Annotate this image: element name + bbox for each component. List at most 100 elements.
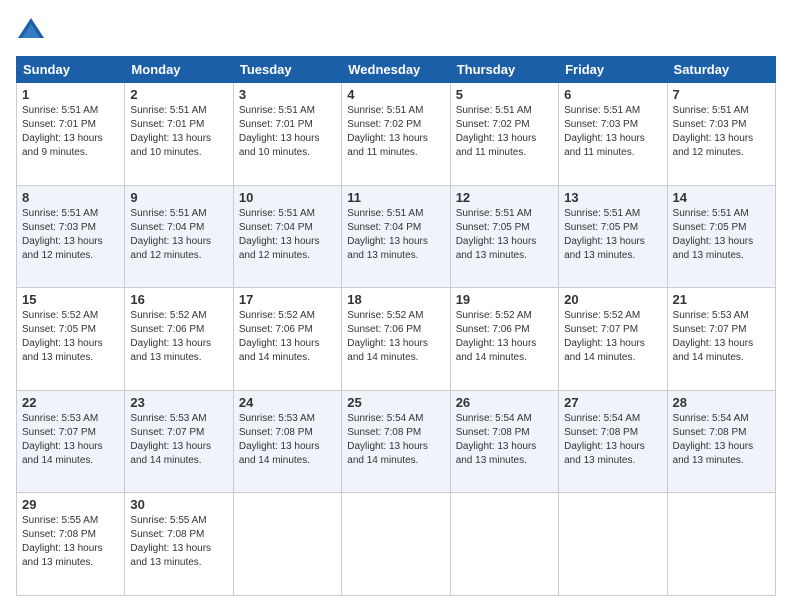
day-number: 28 [673,395,770,410]
calendar-cell: 14Sunrise: 5:51 AM Sunset: 7:05 PM Dayli… [667,185,775,288]
logo [16,16,50,46]
day-number: 17 [239,292,336,307]
calendar-cell: 13 Sunrise: 5:51 AM Sunset: 7:05 PM Dayli… [559,185,667,288]
calendar-cell: 4Sunrise: 5:51 AM Sunset: 7:02 PM Daylig… [342,83,450,186]
day-info: Sunrise: 5:54 AM Sunset: 7:08 PM Dayligh… [564,412,661,468]
day-info: Sunrise: 5:52 AM Sunset: 7:06 PM Dayligh… [239,309,336,365]
day-number: 18 [347,292,444,307]
calendar-cell [450,493,558,596]
calendar-header-row: SundayMondayTuesdayWednesdayThursdayFrid… [17,57,776,83]
calendar-week-row: 8 Sunrise: 5:51 AM Sunset: 7:03 PM Daylig… [17,185,776,288]
calendar-cell: 5 Sunrise: 5:51 AM Sunset: 7:02 PM Daylig… [450,83,558,186]
calendar-cell: 20 Sunrise: 5:52 AM Sunset: 7:07 PM Dayli… [559,288,667,391]
day-info: Sunrise: 5:52 AM Sunset: 7:06 PM Dayligh… [130,309,227,365]
logo-icon [16,16,46,46]
day-info: Sunrise: 5:51 AM Sunset: 7:05 PM Dayligh… [564,207,661,263]
calendar-cell [559,493,667,596]
calendar-header-friday: Friday [559,57,667,83]
calendar-cell: 26 Sunrise: 5:54 AM Sunset: 7:08 PM Dayli… [450,390,558,493]
header [16,16,776,46]
calendar-cell: 29Sunrise: 5:55 AM Sunset: 7:08 PM Dayli… [17,493,125,596]
calendar-week-row: 29 Sunrise: 5:55 AM Sunset: 7:08 PM Dayli… [17,493,776,596]
calendar-header-tuesday: Tuesday [233,57,341,83]
calendar-header-thursday: Thursday [450,57,558,83]
calendar-cell: 28Sunrise: 5:54 AM Sunset: 7:08 PM Dayli… [667,390,775,493]
calendar-cell: 22Sunrise: 5:53 AM Sunset: 7:07 PM Dayli… [17,390,125,493]
day-number: 11 [347,190,444,205]
calendar-cell: 23 Sunrise: 5:53 AM Sunset: 7:07 PM Dayli… [125,390,233,493]
day-number: 20 [564,292,661,307]
calendar-cell: 27Sunrise: 5:54 AM Sunset: 7:08 PM Dayli… [559,390,667,493]
calendar-cell: 10 Sunrise: 5:51 AM Sunset: 7:04 PM Dayli… [233,185,341,288]
calendar-cell: 17 Sunrise: 5:52 AM Sunset: 7:06 PM Dayli… [233,288,341,391]
day-info: Sunrise: 5:51 AM Sunset: 7:05 PM Dayligh… [456,207,553,263]
calendar-header-monday: Monday [125,57,233,83]
calendar-cell: 9 Sunrise: 5:51 AM Sunset: 7:04 PM Daylig… [125,185,233,288]
day-info: Sunrise: 5:51 AM Sunset: 7:03 PM Dayligh… [22,207,119,263]
calendar-cell: 11 Sunrise: 5:51 AM Sunset: 7:04 PM Dayli… [342,185,450,288]
day-number: 3 [239,87,336,102]
day-info: Sunrise: 5:52 AM Sunset: 7:07 PM Dayligh… [564,309,661,365]
day-info: Sunrise: 5:51 AM Sunset: 7:01 PM Dayligh… [239,104,336,160]
day-number: 26 [456,395,553,410]
calendar-cell: 1 Sunrise: 5:51 AM Sunset: 7:01 PM Daylig… [17,83,125,186]
day-info: Sunrise: 5:51 AM Sunset: 7:04 PM Dayligh… [347,207,444,263]
day-number: 19 [456,292,553,307]
day-number: 29 [22,497,119,512]
day-number: 25 [347,395,444,410]
day-number: 21 [673,292,770,307]
day-number: 23 [130,395,227,410]
calendar-cell: 7Sunrise: 5:51 AM Sunset: 7:03 PM Daylig… [667,83,775,186]
calendar-header-wednesday: Wednesday [342,57,450,83]
day-info: Sunrise: 5:52 AM Sunset: 7:06 PM Dayligh… [347,309,444,365]
day-number: 8 [22,190,119,205]
calendar-cell: 15Sunrise: 5:52 AM Sunset: 7:05 PM Dayli… [17,288,125,391]
page: SundayMondayTuesdayWednesdayThursdayFrid… [0,0,792,612]
calendar-cell: 6 Sunrise: 5:51 AM Sunset: 7:03 PM Daylig… [559,83,667,186]
calendar-header-sunday: Sunday [17,57,125,83]
calendar-cell: 16 Sunrise: 5:52 AM Sunset: 7:06 PM Dayli… [125,288,233,391]
day-info: Sunrise: 5:52 AM Sunset: 7:05 PM Dayligh… [22,309,119,365]
calendar-week-row: 15Sunrise: 5:52 AM Sunset: 7:05 PM Dayli… [17,288,776,391]
calendar-cell [233,493,341,596]
day-info: Sunrise: 5:53 AM Sunset: 7:08 PM Dayligh… [239,412,336,468]
day-number: 2 [130,87,227,102]
calendar-cell: 25Sunrise: 5:54 AM Sunset: 7:08 PM Dayli… [342,390,450,493]
calendar-cell [667,493,775,596]
day-number: 1 [22,87,119,102]
day-number: 16 [130,292,227,307]
calendar-table: SundayMondayTuesdayWednesdayThursdayFrid… [16,56,776,596]
calendar-header-saturday: Saturday [667,57,775,83]
day-number: 12 [456,190,553,205]
day-info: Sunrise: 5:51 AM Sunset: 7:01 PM Dayligh… [22,104,119,160]
day-number: 9 [130,190,227,205]
day-info: Sunrise: 5:51 AM Sunset: 7:02 PM Dayligh… [456,104,553,160]
day-info: Sunrise: 5:55 AM Sunset: 7:08 PM Dayligh… [130,514,227,570]
day-number: 6 [564,87,661,102]
day-number: 24 [239,395,336,410]
day-info: Sunrise: 5:53 AM Sunset: 7:07 PM Dayligh… [673,309,770,365]
day-number: 7 [673,87,770,102]
calendar-cell: 21 Sunrise: 5:53 AM Sunset: 7:07 PM Dayli… [667,288,775,391]
calendar-week-row: 1 Sunrise: 5:51 AM Sunset: 7:01 PM Daylig… [17,83,776,186]
day-info: Sunrise: 5:51 AM Sunset: 7:03 PM Dayligh… [564,104,661,160]
day-number: 13 [564,190,661,205]
day-info: Sunrise: 5:51 AM Sunset: 7:02 PM Dayligh… [347,104,444,160]
calendar-cell: 2 Sunrise: 5:51 AM Sunset: 7:01 PM Daylig… [125,83,233,186]
calendar-cell [342,493,450,596]
day-number: 5 [456,87,553,102]
calendar-cell: 19 Sunrise: 5:52 AM Sunset: 7:06 PM Dayli… [450,288,558,391]
day-number: 10 [239,190,336,205]
day-info: Sunrise: 5:51 AM Sunset: 7:04 PM Dayligh… [239,207,336,263]
day-info: Sunrise: 5:52 AM Sunset: 7:06 PM Dayligh… [456,309,553,365]
calendar-week-row: 22Sunrise: 5:53 AM Sunset: 7:07 PM Dayli… [17,390,776,493]
day-info: Sunrise: 5:51 AM Sunset: 7:04 PM Dayligh… [130,207,227,263]
day-info: Sunrise: 5:51 AM Sunset: 7:01 PM Dayligh… [130,104,227,160]
day-number: 14 [673,190,770,205]
calendar-cell: 8 Sunrise: 5:51 AM Sunset: 7:03 PM Daylig… [17,185,125,288]
calendar-cell: 18 Sunrise: 5:52 AM Sunset: 7:06 PM Dayli… [342,288,450,391]
day-info: Sunrise: 5:53 AM Sunset: 7:07 PM Dayligh… [22,412,119,468]
day-info: Sunrise: 5:53 AM Sunset: 7:07 PM Dayligh… [130,412,227,468]
calendar-cell: 30Sunrise: 5:55 AM Sunset: 7:08 PM Dayli… [125,493,233,596]
day-info: Sunrise: 5:54 AM Sunset: 7:08 PM Dayligh… [456,412,553,468]
